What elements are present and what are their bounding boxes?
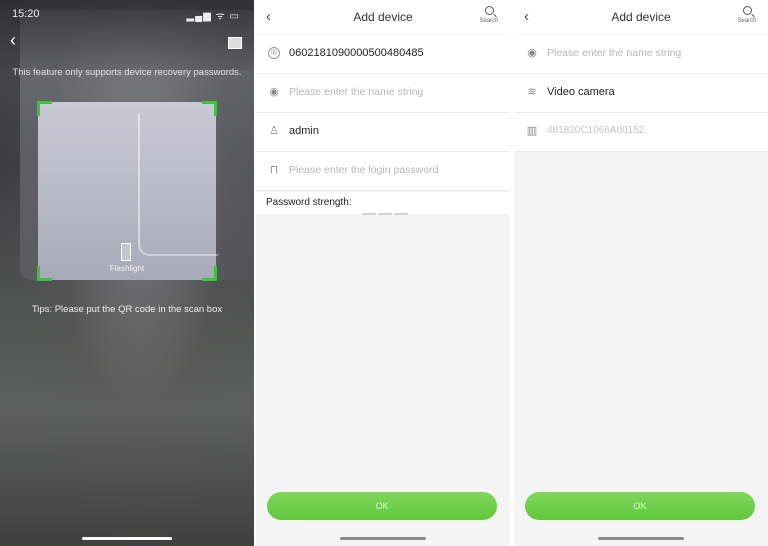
scan-box: Flashlight — [37, 101, 218, 281]
home-indicator — [598, 537, 684, 540]
search-label: Search — [479, 18, 499, 24]
scan-corner — [202, 101, 217, 116]
page-title: Add device — [353, 10, 413, 24]
nav-bar: ‹ Add device Search — [256, 0, 510, 34]
device-name-input[interactable]: ◉ Please enter the name string — [514, 35, 768, 74]
password-strength: Password strength: — [256, 192, 510, 215]
serial-number-value: 0602181090000500480485 — [289, 47, 424, 59]
barcode-icon: ▥ — [526, 125, 538, 137]
device-id-value: 481820C1066A00152 — [547, 125, 645, 136]
image-icon[interactable] — [228, 37, 242, 49]
ok-button[interactable]: OK — [267, 492, 497, 520]
scanner-notice: This feature only supports device recove… — [12, 67, 242, 78]
serial-number-field[interactable]: ID 0602181090000500480485 — [256, 35, 510, 74]
search-icon — [484, 6, 494, 15]
scan-box-content — [138, 114, 218, 256]
search-icon — [742, 6, 752, 15]
username-field[interactable]: ♙ admin — [256, 113, 510, 152]
password-input[interactable]: ⊓ Please enter the login password — [256, 152, 510, 191]
nav-bar: ‹ Add device Search — [514, 0, 768, 34]
add-device-screen-password: ‹ Add device Search ID 06021810900005004… — [256, 0, 510, 546]
home-indicator — [82, 537, 172, 540]
device-type-value: Video camera — [547, 86, 615, 98]
status-time: 15:20 — [12, 8, 40, 20]
status-icons: ▂▄▆ ᯤ ▭ — [186, 11, 240, 22]
password-strength-label: Password strength: — [266, 197, 352, 208]
device-name-placeholder: Please enter the name string — [289, 86, 424, 98]
device-id-field: ▥ 481820C1066A00152 — [514, 113, 768, 152]
camera-icon: ◉ — [527, 47, 537, 59]
scanner-tips: Tips: Please put the QR code in the scan… — [31, 304, 223, 315]
back-icon[interactable]: ‹ — [10, 30, 28, 50]
lock-icon: ⊓ — [269, 164, 279, 176]
flashlight-icon[interactable] — [121, 243, 131, 261]
search-label: Search — [737, 18, 757, 24]
scan-corner — [37, 101, 52, 116]
device-name-input[interactable]: ◉ Please enter the name string — [256, 74, 510, 113]
home-indicator — [340, 537, 426, 540]
layers-icon: ≋ — [527, 86, 537, 98]
search-button[interactable]: Search — [478, 6, 500, 24]
password-placeholder: Please enter the login password — [289, 164, 439, 176]
user-icon: ♙ — [269, 125, 279, 137]
qr-scanner-screen: 15:20 ▂▄▆ ᯤ ▭ ‹ This feature only suppor… — [0, 0, 254, 546]
password-strength-meter — [362, 202, 410, 220]
camera-icon: ◉ — [269, 86, 279, 98]
flashlight-label[interactable]: Flashlight — [38, 264, 216, 273]
add-device-screen-type: ‹ Add device Search ◉ Please enter the n… — [514, 0, 768, 546]
username-value: admin — [289, 125, 319, 137]
page-title: Add device — [611, 10, 671, 24]
device-type-selector[interactable]: ≋ Video camera — [514, 74, 768, 113]
search-button[interactable]: Search — [736, 6, 758, 24]
id-icon: ID — [268, 47, 280, 59]
ok-button[interactable]: OK — [525, 492, 755, 520]
device-name-placeholder: Please enter the name string — [547, 47, 682, 59]
